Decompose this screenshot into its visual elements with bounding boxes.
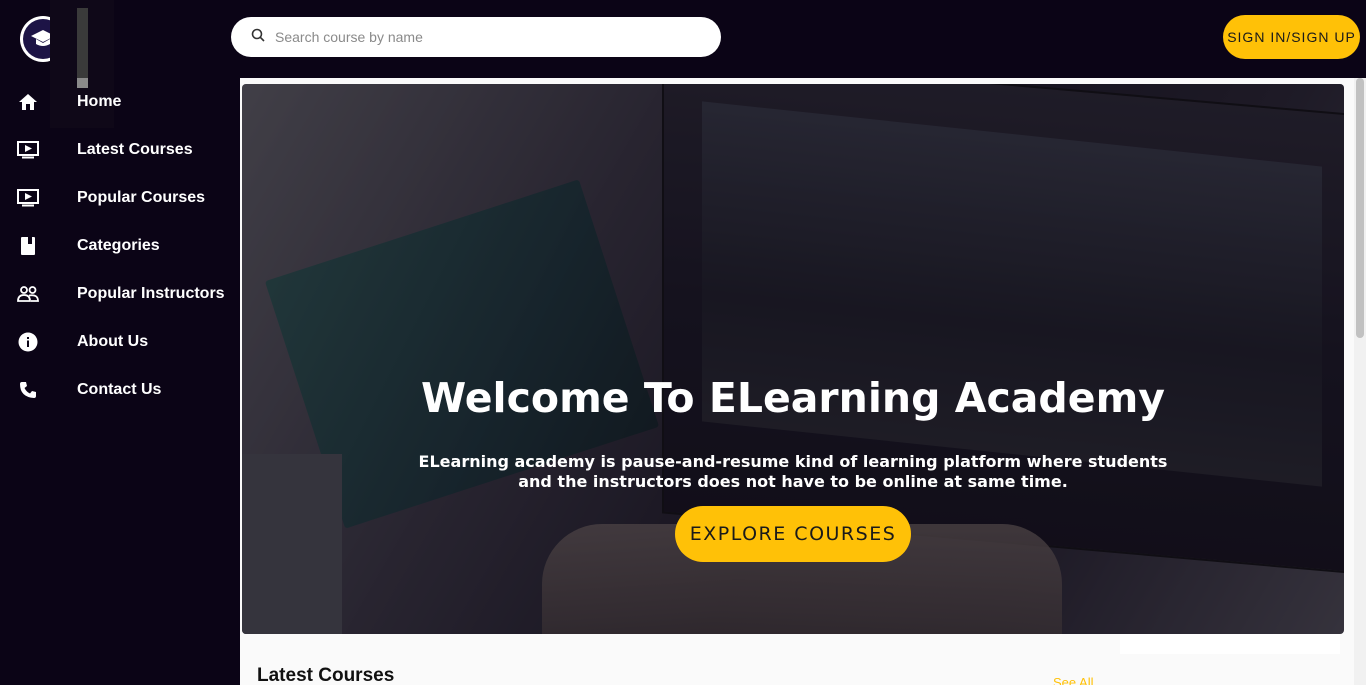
see-all-link[interactable]: See All <box>1053 675 1093 685</box>
sidebar-item-latest-courses[interactable]: Latest Courses <box>0 126 240 174</box>
hero-subtitle: ELearning academy is pause-and-resume ki… <box>418 452 1168 491</box>
search-icon <box>251 28 265 47</box>
main-content: Welcome To ELearning Academy ELearning a… <box>240 78 1354 685</box>
sidebar-scrollbar[interactable] <box>77 8 88 88</box>
people-icon <box>17 283 39 305</box>
sidebar-item-contact-us[interactable]: Contact Us <box>0 366 240 414</box>
sidebar-nav: Home Latest Courses Popular Courses Cate… <box>0 78 240 414</box>
sidebar-item-label: Latest Courses <box>77 141 193 158</box>
search-input[interactable] <box>275 29 695 45</box>
phone-icon <box>17 379 39 401</box>
sidebar-item-categories[interactable]: Categories <box>0 222 240 270</box>
page-scrollbar[interactable] <box>1354 78 1366 685</box>
page-scrollbar-thumb[interactable] <box>1356 78 1364 338</box>
book-icon <box>17 235 39 257</box>
sidebar-item-about-us[interactable]: About Us <box>0 318 240 366</box>
sidebar-item-popular-courses[interactable]: Popular Courses <box>0 174 240 222</box>
latest-courses-heading: Latest Courses <box>257 665 395 685</box>
explore-courses-button[interactable]: EXPLORE COURSES <box>675 506 911 562</box>
hero-title: Welcome To ELearning Academy <box>420 374 1166 422</box>
signin-signup-button[interactable]: SIGN IN/SIGN UP <box>1223 15 1360 59</box>
home-icon <box>17 91 39 113</box>
sidebar-item-label: Home <box>77 93 122 110</box>
sidebar-item-label: About Us <box>77 333 149 350</box>
video-icon <box>17 139 39 161</box>
video-icon <box>17 187 39 209</box>
sidebar-item-label: Categories <box>77 237 160 254</box>
sidebar-item-popular-instructors[interactable]: Popular Instructors <box>0 270 240 318</box>
sidebar-item-home[interactable]: Home <box>0 78 240 126</box>
sidebar-item-label: Contact Us <box>77 381 162 398</box>
sidebar-item-label: Popular Instructors <box>77 285 225 302</box>
sidebar-item-label: Popular Courses <box>77 189 206 206</box>
info-icon <box>17 331 39 353</box>
hero-banner: Welcome To ELearning Academy ELearning a… <box>242 84 1344 634</box>
search-bar[interactable] <box>231 17 721 57</box>
side-card <box>1120 634 1340 654</box>
